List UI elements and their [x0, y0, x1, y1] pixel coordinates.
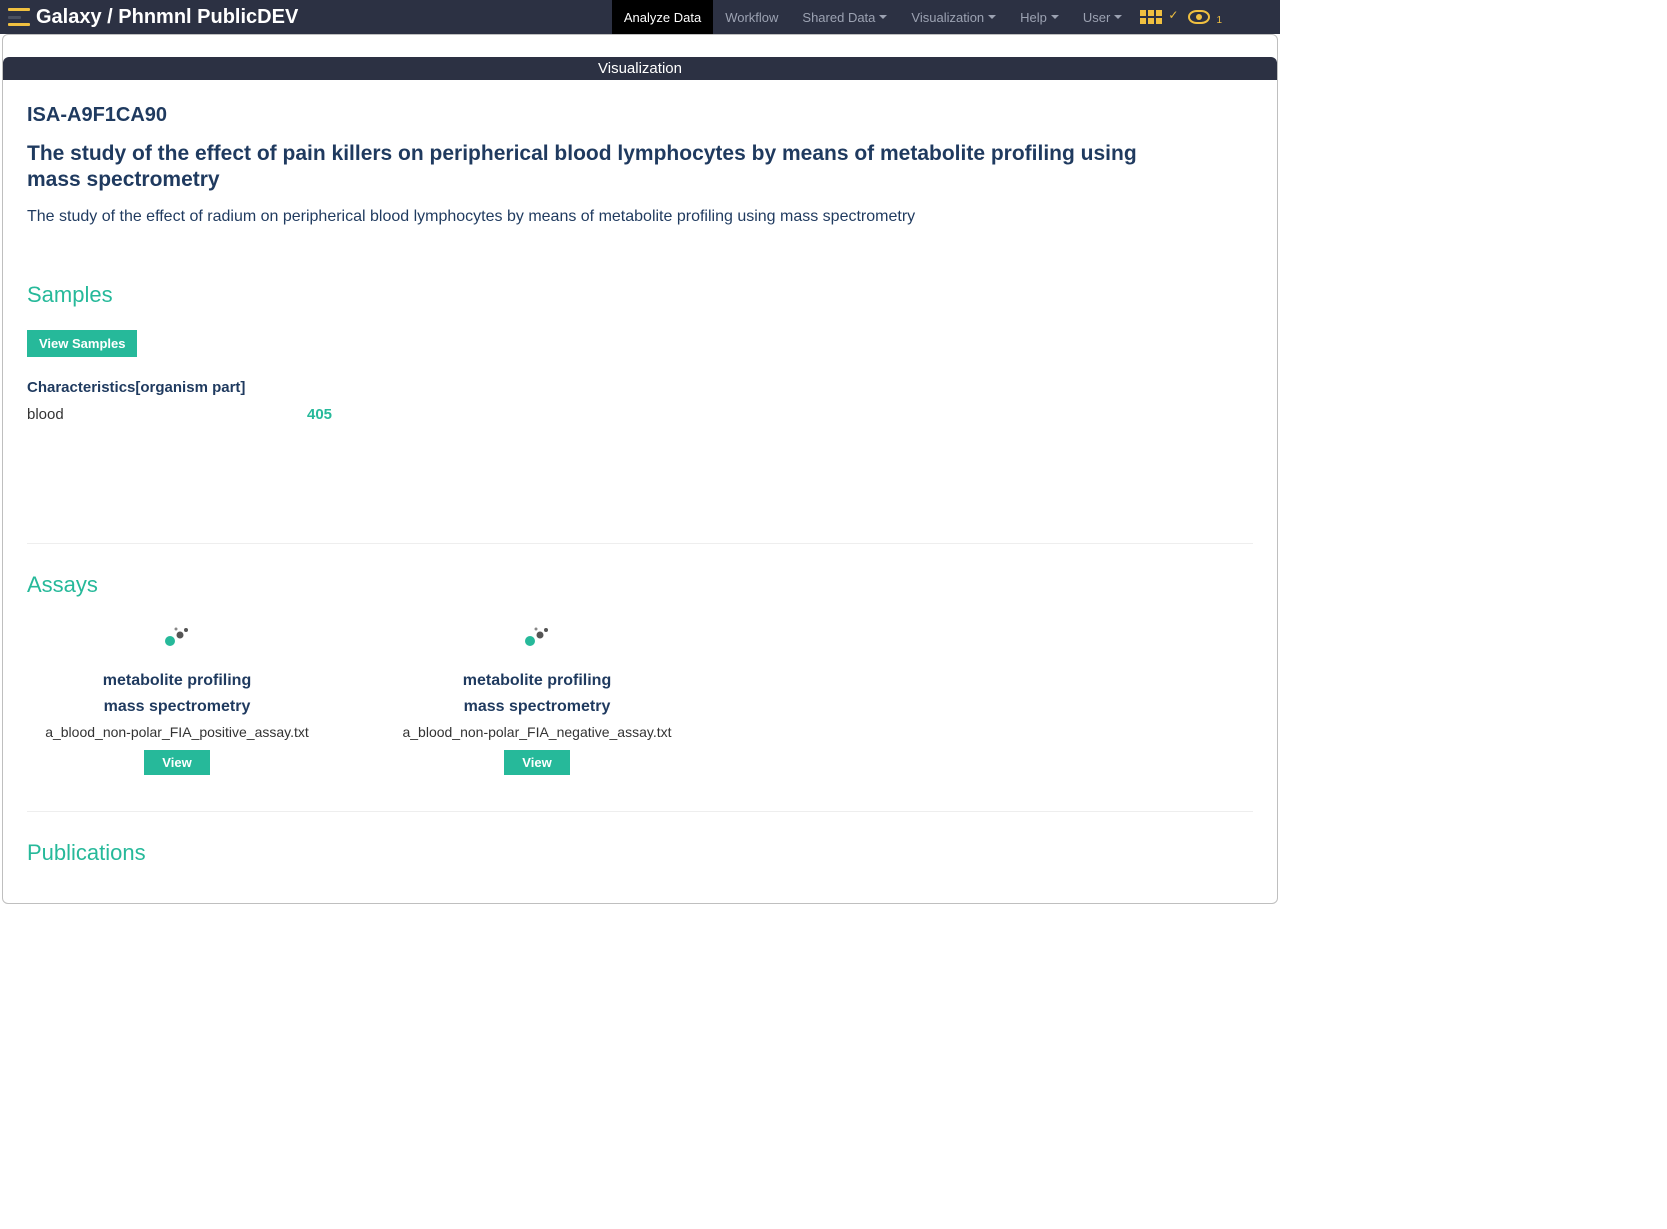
nav-icon-group: ✓ 1	[1134, 8, 1232, 26]
chevron-down-icon	[1114, 15, 1122, 19]
chevron-down-icon	[988, 15, 996, 19]
view-assay-button[interactable]: View	[144, 750, 209, 775]
brand-title: Galaxy / Phnmnl PublicDEV	[36, 6, 298, 29]
nav-label: Workflow	[725, 10, 778, 25]
characteristic-row: blood 405	[27, 406, 1253, 423]
divider	[27, 811, 1253, 812]
panel-title: Visualization	[3, 57, 1277, 80]
check-icon: ✓	[1168, 8, 1178, 22]
molecule-icon	[27, 620, 327, 654]
assay-filename: a_blood_non-polar_FIA_negative_assay.txt	[387, 724, 687, 740]
nav-label: Visualization	[911, 10, 984, 25]
assay-type: metabolite profiling	[27, 672, 327, 690]
nav-links: Analyze Data Workflow Shared Data Visual…	[612, 0, 1135, 34]
molecule-icon	[387, 620, 687, 654]
nav-shared-data[interactable]: Shared Data	[790, 0, 899, 34]
characteristics-label: Characteristics[organism part]	[27, 379, 1253, 396]
assays-row: metabolite profiling mass spectrometry a…	[27, 620, 1253, 775]
nav-label: Shared Data	[802, 10, 875, 25]
assay-card: metabolite profiling mass spectrometry a…	[27, 620, 327, 775]
scratchbook-icon[interactable]	[1140, 10, 1162, 24]
assay-card: metabolite profiling mass spectrometry a…	[387, 620, 687, 775]
nav-help[interactable]: Help	[1008, 0, 1071, 34]
nav-label: User	[1083, 10, 1110, 25]
logo-icon	[8, 8, 30, 26]
characteristic-name: blood	[27, 406, 307, 423]
assay-tech: mass spectrometry	[27, 698, 327, 716]
samples-heading: Samples	[27, 282, 1253, 308]
chevron-down-icon	[1051, 15, 1059, 19]
nav-user[interactable]: User	[1071, 0, 1134, 34]
study-id: ISA-A9F1CA90	[27, 104, 1253, 127]
chevron-down-icon	[879, 15, 887, 19]
study-description: The study of the effect of radium on per…	[27, 208, 1253, 226]
notification-count: 1	[1216, 15, 1222, 26]
nav-analyze-data[interactable]: Analyze Data	[612, 0, 713, 34]
divider	[27, 543, 1253, 544]
assays-heading: Assays	[27, 572, 1253, 598]
content-area: ISA-A9F1CA90 The study of the effect of …	[3, 80, 1277, 898]
assay-tech: mass spectrometry	[387, 698, 687, 716]
assay-type: metabolite profiling	[387, 672, 687, 690]
nav-label: Help	[1020, 10, 1047, 25]
study-title: The study of the effect of pain killers …	[27, 141, 1177, 194]
eye-icon[interactable]	[1188, 10, 1210, 24]
visualization-frame: Visualization ISA-A9F1CA90 The study of …	[2, 34, 1278, 904]
nav-label: Analyze Data	[624, 10, 701, 25]
view-assay-button[interactable]: View	[504, 750, 569, 775]
nav-visualization[interactable]: Visualization	[899, 0, 1008, 34]
characteristic-count[interactable]: 405	[307, 406, 332, 423]
top-nav: Galaxy / Phnmnl PublicDEV Analyze Data W…	[0, 0, 1280, 34]
view-samples-button[interactable]: View Samples	[27, 330, 137, 357]
nav-workflow[interactable]: Workflow	[713, 0, 790, 34]
publications-heading: Publications	[27, 840, 1253, 866]
assay-filename: a_blood_non-polar_FIA_positive_assay.txt	[27, 724, 327, 740]
